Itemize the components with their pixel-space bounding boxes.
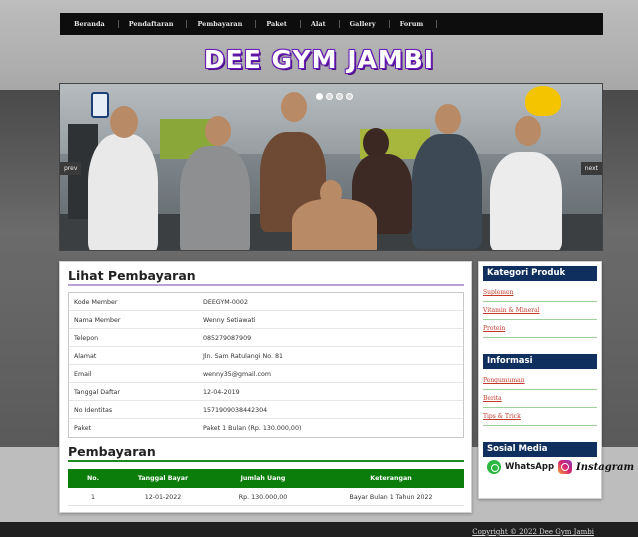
nav-paket[interactable]: Paket xyxy=(266,20,301,28)
copyright-link[interactable]: Copyright © 2022 Dee Gym Jambi xyxy=(472,528,594,536)
kategori-produk-heading: Kategori Produk xyxy=(483,266,597,281)
slider-dot[interactable] xyxy=(336,93,343,100)
column-header: Keterangan xyxy=(370,475,412,482)
info-value: Paket 1 Bulan (Rp. 130.000,00) xyxy=(203,425,302,432)
person-photo xyxy=(205,116,231,146)
info-row: Paket Paket 1 Bulan (Rp. 130.000,00) xyxy=(69,419,463,437)
info-value: 1571909038442304 xyxy=(203,407,268,414)
main-nav: Beranda Pendaftaran Pembayaran Paket Ala… xyxy=(60,13,603,35)
info-label: Email xyxy=(74,371,92,378)
info-row: Telepon 085279087909 xyxy=(69,329,463,347)
whatsapp-link[interactable]: WhatsApp xyxy=(505,462,554,472)
person-photo xyxy=(180,146,250,250)
info-row: Tanggal Daftar 12-04-2019 xyxy=(69,383,463,401)
sidebar: Kategori Produk Suplemen Vitamin & Miner… xyxy=(478,261,634,499)
info-label: Alamat xyxy=(74,353,97,360)
info-value: 085279087909 xyxy=(203,335,252,342)
payment-detail-panel: Lihat Pembayaran Kode Member DEEGYM-0002… xyxy=(59,261,472,513)
info-value: wenny35@gmail.com xyxy=(203,371,271,378)
sidebar-link-berita[interactable]: Berita xyxy=(483,390,597,408)
info-label: Telepon xyxy=(74,335,99,342)
sosial-media-heading: Sosial Media xyxy=(483,442,597,457)
sidebar-link-tips-trick[interactable]: Tips & Trick xyxy=(483,408,597,426)
social-links: WhatsApp Instagram xyxy=(487,460,634,474)
person-photo xyxy=(515,116,541,146)
person-photo xyxy=(320,180,342,206)
nav-pembayaran[interactable]: Pembayaran xyxy=(197,20,257,28)
sidebar-link-protein[interactable]: Protein xyxy=(483,320,597,338)
info-label: No Identitas xyxy=(74,407,113,414)
info-value: Jln. Sam Ratulangi No. 81 xyxy=(203,353,283,360)
info-row: Email wenny35@gmail.com xyxy=(69,365,463,383)
page-title: Lihat Pembayaran xyxy=(68,268,196,283)
info-value: DEEGYM-0002 xyxy=(203,299,248,306)
person-photo xyxy=(363,128,389,158)
nav-gallery[interactable]: Gallery xyxy=(350,20,390,28)
info-label: Kode Member xyxy=(74,299,118,306)
title-divider xyxy=(68,284,464,286)
payment-table-header: No. Tanggal Bayar Jumlah Uang Keterangan xyxy=(68,469,464,488)
whatsapp-icon[interactable] xyxy=(487,460,501,474)
slider-next-button[interactable]: next xyxy=(580,162,602,175)
member-info-table: Kode Member DEEGYM-0002 Nama Member Wenn… xyxy=(68,292,464,438)
person-photo xyxy=(292,199,377,250)
info-value: Wenny Setiawati xyxy=(203,317,256,324)
column-header: Tanggal Bayar xyxy=(137,475,189,482)
slider-dots xyxy=(316,93,353,100)
info-row: Nama Member Wenny Setiawati xyxy=(69,311,463,329)
slider-dot[interactable] xyxy=(346,93,353,100)
person-photo xyxy=(110,106,138,138)
sidebar-link-pengumuman[interactable]: Pengumuman xyxy=(483,372,597,390)
person-photo xyxy=(281,92,307,122)
nav-pendaftaran[interactable]: Pendaftaran xyxy=(129,20,188,28)
gym-badge-image xyxy=(91,92,109,118)
sidebar-link-suplemen[interactable]: Suplemen xyxy=(483,284,597,302)
table-cell: Rp. 130.000,00 xyxy=(238,494,288,501)
footer: Copyright © 2022 Dee Gym Jambi xyxy=(0,522,638,537)
slider-dot[interactable] xyxy=(316,93,323,100)
person-photo xyxy=(490,152,562,250)
informasi-heading: Informasi xyxy=(483,354,597,369)
payment-section-title: Pembayaran xyxy=(68,444,156,459)
column-header: No. xyxy=(87,475,99,482)
info-row: No Identitas 1571909038442304 xyxy=(69,401,463,419)
info-row: Alamat Jln. Sam Ratulangi No. 81 xyxy=(69,347,463,365)
info-value: 12-04-2019 xyxy=(203,389,240,396)
gym-logo-image xyxy=(525,86,561,116)
sidebar-link-vitamin-mineral[interactable]: Vitamin & Mineral xyxy=(483,302,597,320)
table-cell: 1 xyxy=(90,494,95,501)
info-label: Nama Member xyxy=(74,317,121,324)
info-label: Paket xyxy=(74,425,92,432)
person-photo xyxy=(88,134,158,250)
slider-dot[interactable] xyxy=(326,93,333,100)
image-slider: prev next xyxy=(59,83,603,251)
info-label: Tanggal Daftar xyxy=(74,389,120,396)
nav-beranda[interactable]: Beranda xyxy=(74,20,119,28)
table-cell: Bayar Bulan 1 Tahun 2022 xyxy=(349,494,433,501)
instagram-link[interactable]: Instagram xyxy=(576,462,634,473)
person-photo xyxy=(412,134,482,249)
table-row: 1 12-01-2022 Rp. 130.000,00 Bayar Bulan … xyxy=(68,488,464,506)
column-header: Jumlah Uang xyxy=(240,475,286,482)
nav-alat[interactable]: Alat xyxy=(311,20,340,28)
payment-divider xyxy=(68,460,464,462)
nav-forum[interactable]: Forum xyxy=(400,20,438,28)
table-cell: 12-01-2022 xyxy=(144,494,182,501)
person-photo xyxy=(435,104,461,134)
slider-prev-button[interactable]: prev xyxy=(60,162,82,175)
site-logo[interactable]: DEE GYM JAMBI xyxy=(0,45,638,74)
info-row: Kode Member DEEGYM-0002 xyxy=(69,293,463,311)
instagram-icon[interactable] xyxy=(558,460,573,474)
